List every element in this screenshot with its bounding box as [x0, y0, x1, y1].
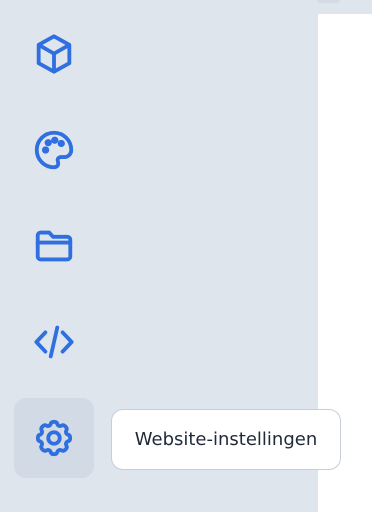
tooltip-label: Website-instellingen — [134, 429, 318, 450]
tooltip: Website-instellingen — [111, 409, 341, 470]
palette-icon — [34, 130, 74, 170]
gear-icon — [35, 419, 73, 457]
sidebar-item-code[interactable] — [14, 302, 94, 382]
folder-icon — [35, 230, 73, 262]
sidebar-item-design[interactable] — [14, 110, 94, 190]
sidebar-item-website-settings[interactable] — [14, 398, 94, 478]
sidebar-item-blocks[interactable] — [14, 14, 94, 94]
app-root: Website-instellingen — [0, 0, 372, 512]
sidebar-item-files[interactable] — [14, 206, 94, 286]
cube-icon — [36, 34, 72, 74]
code-icon — [34, 325, 74, 359]
